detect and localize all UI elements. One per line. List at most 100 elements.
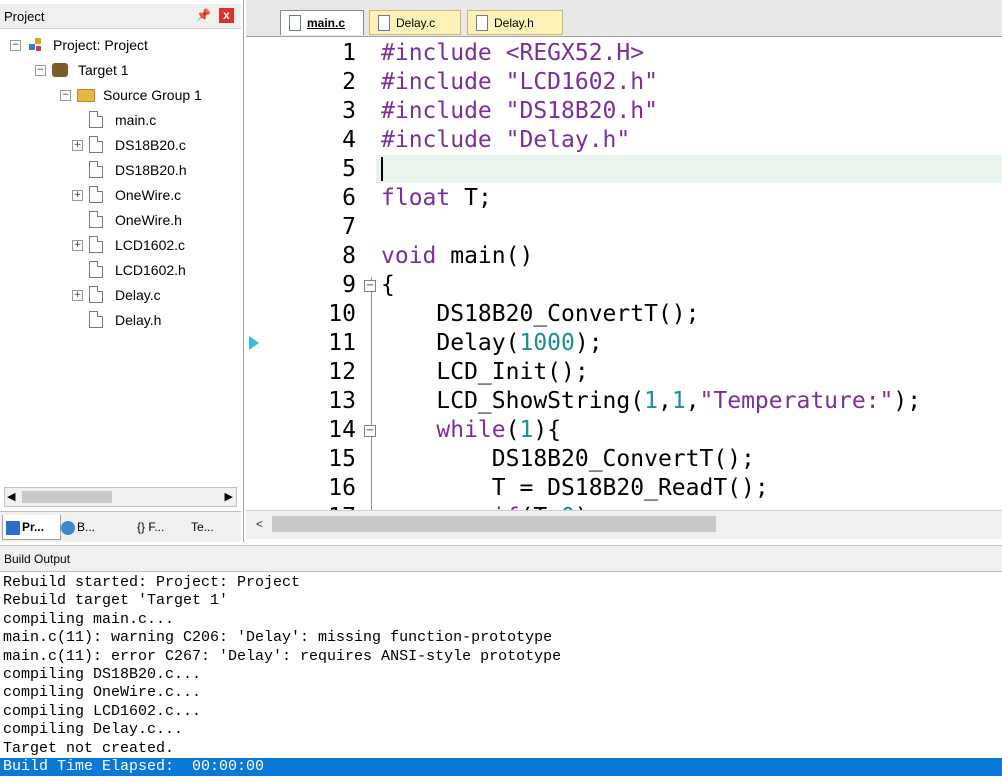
build-output-window[interactable]: Rebuild started: Project: Project Rebuild… <box>0 571 1002 782</box>
code-editor[interactable]: 1 #include <REGX52.H> 2 #include "LCD1602.h… <box>246 36 1002 511</box>
panel-tab-templates[interactable]: Te... <box>172 515 235 539</box>
panel-tab-label: Te... <box>191 520 214 534</box>
panel-tab-functions[interactable]: {} F... <box>118 515 173 539</box>
editor-horizontal-scrollbar[interactable]: < <box>246 510 1002 539</box>
build-output-line[interactable]: Build Time Elapsed: 00:00:00 <box>0 758 1002 776</box>
code-line[interactable]: 16 T = DS18B20_ReadT(); <box>246 474 1002 503</box>
tree-item[interactable]: Delay.h <box>0 309 241 331</box>
books-icon <box>61 520 75 535</box>
code-text[interactable]: #include "DS18B20.h" <box>381 97 658 126</box>
code-line[interactable]: 11 Delay(1000); <box>246 329 1002 358</box>
line-number: 14 <box>328 417 356 443</box>
code-line[interactable]: 7 <box>246 213 1002 242</box>
tree-item[interactable]: − Target 1 <box>0 59 241 81</box>
code-line[interactable]: 8 void main() <box>246 242 1002 271</box>
file-icon <box>89 161 103 178</box>
code-text[interactable]: DS18B20_ConvertT(); <box>381 445 755 474</box>
tree-item-label: Project: Project <box>53 37 148 53</box>
close-icon[interactable]: x <box>219 8 234 23</box>
expand-icon[interactable]: + <box>72 190 83 201</box>
expand-icon[interactable]: + <box>72 240 83 251</box>
tree-item[interactable]: LCD1602.h <box>0 259 241 281</box>
fold-collapse-icon[interactable]: − <box>364 425 376 437</box>
scroll-left-arrow-icon[interactable]: ◀ <box>7 490 15 503</box>
tree-item[interactable]: + DS18B20.c <box>0 134 241 156</box>
tab-delay-c[interactable]: Delay.c <box>369 10 461 35</box>
code-token: "DS18B20.h" <box>505 98 658 124</box>
code-line[interactable]: 13 LCD_ShowString(1,1,"Temperature:"); <box>246 387 1002 416</box>
tree-item[interactable]: + OneWire.c <box>0 184 241 206</box>
pin-icon[interactable]: 📌 <box>196 8 211 22</box>
code-text[interactable]: #include "LCD1602.h" <box>381 68 658 97</box>
tree-item[interactable]: + Delay.c <box>0 284 241 306</box>
code-text[interactable]: while(1){ <box>381 416 561 445</box>
code-text[interactable]: { <box>381 271 395 300</box>
code-text[interactable]: void main() <box>381 242 533 271</box>
collapse-icon[interactable]: − <box>10 40 21 51</box>
line-number: 9 <box>342 272 356 298</box>
build-output-line[interactable]: compiling LCD1602.c... <box>3 703 998 721</box>
tree-item-label: main.c <box>115 112 157 128</box>
collapse-icon[interactable]: − <box>60 90 71 101</box>
tab-delay-h[interactable]: Delay.h <box>467 10 563 35</box>
code-line[interactable]: 10 DS18B20_ConvertT(); <box>246 300 1002 329</box>
code-line[interactable]: 4 #include "Delay.h" <box>246 126 1002 155</box>
fold-collapse-icon[interactable]: − <box>364 280 376 292</box>
expand-icon[interactable]: + <box>72 290 83 301</box>
build-output-line[interactable]: compiling Delay.c... <box>3 721 998 739</box>
code-text[interactable]: #include <REGX52.H> <box>381 39 644 68</box>
tree-item[interactable]: DS18B20.h <box>0 159 241 181</box>
tree-item-label: Delay.c <box>115 287 161 303</box>
build-output-line[interactable]: Target not created. <box>3 740 998 758</box>
tab-main-c[interactable]: main.c <box>280 10 364 35</box>
tree-item[interactable]: − Source Group 1 <box>0 84 241 106</box>
tree-item-label: DS18B20.h <box>115 162 187 178</box>
scroll-left-arrow-icon[interactable]: < <box>256 517 263 531</box>
code-token: void <box>381 243 437 269</box>
code-line[interactable]: 15 DS18B20_ConvertT(); <box>246 445 1002 474</box>
code-line[interactable]: 12 LCD_Init(); <box>246 358 1002 387</box>
build-output-line[interactable]: main.c(11): error C267: 'Delay': require… <box>3 648 998 666</box>
code-text[interactable]: LCD_Init(); <box>381 358 588 387</box>
code-token: 1000 <box>519 330 575 356</box>
code-line[interactable]: 9{ <box>246 271 1002 300</box>
code-text[interactable]: DS18B20_ConvertT(); <box>381 300 699 329</box>
code-line[interactable]: 1 #include <REGX52.H> <box>246 39 1002 68</box>
code-token: , <box>657 388 672 414</box>
build-output-line[interactable]: compiling OneWire.c... <box>3 684 998 702</box>
scrollbar-thumb[interactable] <box>272 516 716 532</box>
file-icon <box>89 211 103 228</box>
code-line[interactable]: 2 #include "LCD1602.h" <box>246 68 1002 97</box>
code-text[interactable]: T = DS18B20_ReadT(); <box>381 474 769 503</box>
code-line[interactable]: 14 while(1){ <box>246 416 1002 445</box>
code-text[interactable]: #include "Delay.h" <box>381 126 630 155</box>
scrollbar-thumb[interactable] <box>22 491 112 503</box>
code-text[interactable]: Delay(1000); <box>381 329 602 358</box>
expand-icon[interactable]: + <box>72 140 83 151</box>
code-text[interactable]: LCD_ShowString(1,1,"Temperature:"); <box>381 387 921 416</box>
code-line[interactable]: 3 #include "DS18B20.h" <box>246 97 1002 126</box>
tree-item-label: Target 1 <box>78 62 129 78</box>
code-line[interactable]: 6 float T; <box>246 184 1002 213</box>
tree-item[interactable]: − Project: Project <box>0 34 241 56</box>
tree-item[interactable]: + LCD1602.c <box>0 234 241 256</box>
line-number: 12 <box>328 359 356 385</box>
build-output-line[interactable]: Rebuild started: Project: Project <box>3 574 998 592</box>
scroll-right-arrow-icon[interactable]: ▶ <box>225 490 233 503</box>
code-line[interactable]: 5 <box>246 155 1002 184</box>
build-output-line[interactable]: main.c(11): warning C206: 'Delay': missi… <box>3 629 998 647</box>
build-output-line[interactable]: compiling DS18B20.c... <box>3 666 998 684</box>
build-output-line[interactable]: compiling main.c... <box>3 611 998 629</box>
project-horizontal-scrollbar[interactable]: ◀ ▶ <box>4 487 237 507</box>
tree-item[interactable]: OneWire.h <box>0 209 241 231</box>
build-output-line[interactable]: Rebuild target 'Target 1' <box>3 592 998 610</box>
line-number: 15 <box>328 446 356 472</box>
code-token: <REGX52.H> <box>505 40 645 66</box>
code-token: float <box>381 185 451 211</box>
panel-tab-books[interactable]: B... <box>58 515 117 539</box>
code-token: "Delay.h" <box>505 127 631 153</box>
tree-item[interactable]: main.c <box>0 109 241 131</box>
panel-tab-project-window[interactable]: Pr... <box>2 515 61 540</box>
code-text[interactable]: float T; <box>381 184 492 213</box>
collapse-icon[interactable]: − <box>35 65 46 76</box>
